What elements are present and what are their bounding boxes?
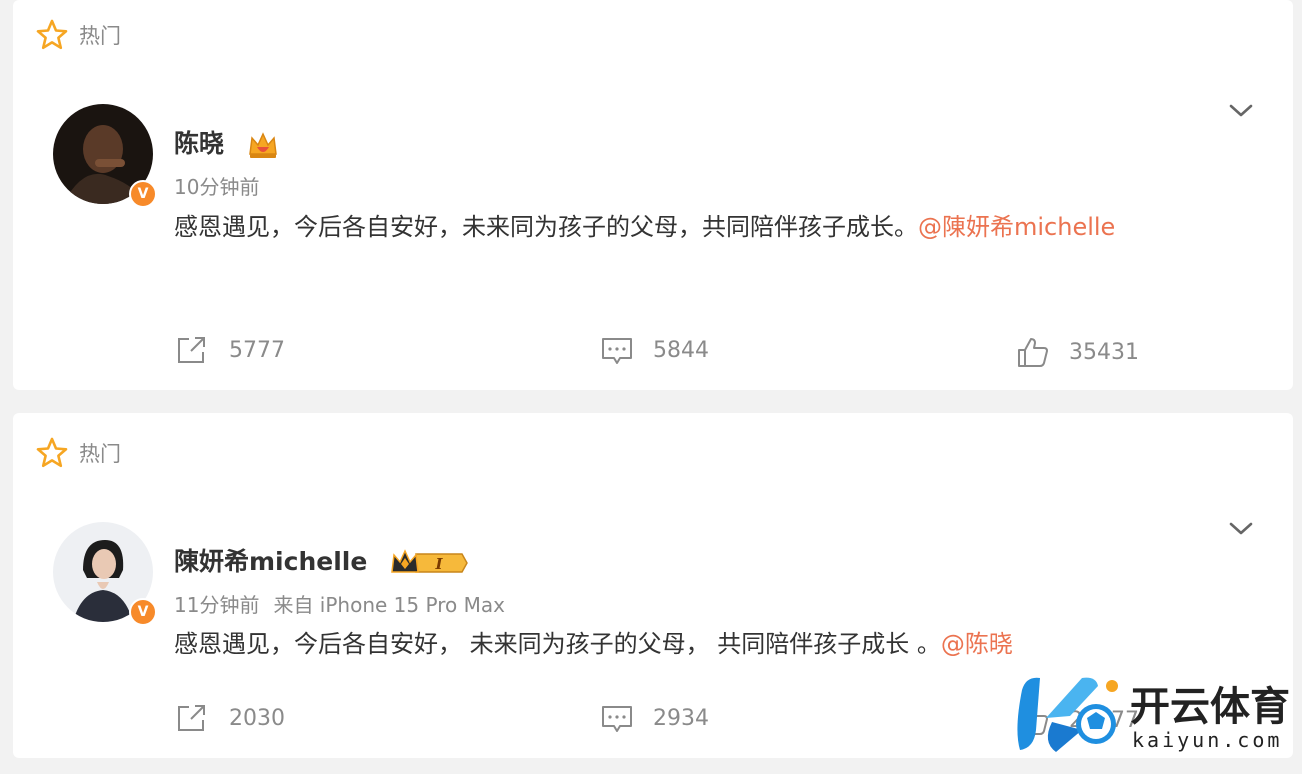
share-icon <box>178 705 205 731</box>
post-time[interactable]: 11分钟前 <box>174 593 259 617</box>
post-time[interactable]: 10分钟前 <box>174 175 259 199</box>
hot-label: 热门 <box>79 24 121 48</box>
star-icon <box>36 437 68 468</box>
like-button[interactable]: 35431 <box>1017 336 1139 368</box>
like-count: 35431 <box>1069 339 1139 365</box>
comment-button[interactable]: 2934 <box>601 702 709 734</box>
repost-button[interactable]: 2030 <box>175 702 285 734</box>
chevron-down-icon[interactable] <box>1227 514 1255 542</box>
svg-text:I: I <box>435 555 444 573</box>
repost-count: 2030 <box>229 705 285 731</box>
comment-button[interactable]: 5844 <box>601 334 709 366</box>
post-meta: 10分钟前 <box>174 171 273 200</box>
mention-link[interactable]: @陳妍希michelle <box>918 213 1115 241</box>
comment-icon <box>602 338 632 364</box>
watermark-title: 开云体育 <box>1130 684 1290 730</box>
thumbs-up-icon <box>1018 338 1048 367</box>
chevron-down-icon[interactable] <box>1227 96 1255 124</box>
member-badge-icon: I <box>391 549 468 573</box>
hot-tag: 热门 <box>35 18 121 52</box>
author-name[interactable]: 陈晓 <box>174 124 279 160</box>
star-icon <box>36 19 68 50</box>
comment-icon <box>602 706 632 732</box>
watermark-logo: 开云体育 kaiyun.com <box>1012 670 1292 760</box>
post-text: 感恩遇见，今后各自安好， 未来同为孩子的父母， 共同陪伴孩子成长 。 <box>174 630 941 658</box>
post-content: 感恩遇见，今后各自安好，未来同为孩子的父母，共同陪伴孩子成长。@陳妍希miche… <box>174 203 1184 252</box>
share-icon <box>178 337 205 363</box>
post-content: 感恩遇见，今后各自安好， 未来同为孩子的父母， 共同陪伴孩子成长 。@陈晓 <box>174 620 1184 669</box>
post-text: 感恩遇见，今后各自安好，未来同为孩子的父母，共同陪伴孩子成长。 <box>174 213 918 241</box>
hot-tag: 热门 <box>35 436 121 470</box>
author-name[interactable]: 陳妍希michelle I <box>174 542 468 578</box>
post-source: 来自 iPhone 15 Pro Max <box>273 593 505 617</box>
repost-count: 5777 <box>229 337 285 363</box>
comment-count: 2934 <box>653 705 709 731</box>
crown-icon <box>248 132 277 158</box>
kaiyun-logo-icon <box>1017 677 1118 752</box>
post-card: 热门 V 陈晓 10分钟前 感恩遇见，今后各自安好，未来同为孩子的父母，共同陪伴… <box>13 0 1293 390</box>
hot-label: 热门 <box>79 442 121 466</box>
verified-v-icon: V <box>129 598 157 626</box>
comment-count: 5844 <box>653 337 709 363</box>
verified-v-icon: V <box>129 180 157 208</box>
repost-button[interactable]: 5777 <box>175 334 285 366</box>
mention-link[interactable]: @陈晓 <box>941 630 1013 658</box>
watermark-subtitle: kaiyun.com <box>1132 728 1283 752</box>
post-meta: 11分钟前 来自 iPhone 15 Pro Max <box>174 589 519 618</box>
